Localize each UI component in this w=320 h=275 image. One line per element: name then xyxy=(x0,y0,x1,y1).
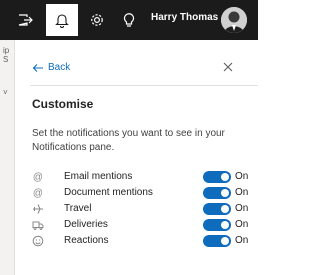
background-pane-edge: ip S ˅ xyxy=(0,40,15,275)
notifications-customise-panel: Back Customise Set the notifications you… xyxy=(15,40,258,275)
top-bar: Harry Thomas xyxy=(0,0,258,40)
bell-icon xyxy=(55,14,69,28)
at-icon: @ xyxy=(32,187,44,199)
toggle-switch[interactable] xyxy=(203,171,231,183)
item-label: Reactions xyxy=(64,235,109,246)
user-name[interactable]: Harry Thomas xyxy=(151,12,218,23)
toggle-state: On xyxy=(235,171,249,182)
list-item: Reactions On xyxy=(32,234,258,248)
toggle-switch[interactable] xyxy=(203,203,231,215)
toggle-state: On xyxy=(235,203,249,214)
back-button[interactable]: Back xyxy=(32,62,70,73)
chevron-down-icon: ˅ xyxy=(3,88,8,97)
notifications-button[interactable] xyxy=(46,4,78,36)
list-item: Deliveries On xyxy=(32,218,258,232)
toggle-switch[interactable] xyxy=(203,187,231,199)
list-item: Travel On xyxy=(32,202,258,216)
item-label: Deliveries xyxy=(64,219,108,230)
toggle-switch[interactable] xyxy=(203,235,231,247)
avatar[interactable] xyxy=(221,7,247,33)
list-item: @ Document mentions On xyxy=(32,186,258,200)
profile-photo-icon xyxy=(221,7,247,33)
panel-title: Customise xyxy=(32,97,94,111)
divider xyxy=(30,85,258,86)
toggle-state: On xyxy=(235,187,249,198)
toggle-state: On xyxy=(235,235,249,246)
toggle-state: On xyxy=(235,219,249,230)
close-button[interactable] xyxy=(221,60,235,74)
panel-description: Set the notifications you want to see in… xyxy=(32,128,225,153)
gear-icon xyxy=(91,14,103,26)
smiley-icon xyxy=(32,234,44,248)
delivery-truck-icon xyxy=(32,218,44,232)
item-label: Document mentions xyxy=(64,187,153,198)
toggle-switch[interactable] xyxy=(203,219,231,231)
sign-out-button[interactable] xyxy=(9,4,41,36)
airplane-icon xyxy=(32,202,44,216)
close-icon xyxy=(223,62,233,72)
tips-button[interactable] xyxy=(113,4,145,36)
clipped-text: S xyxy=(3,55,9,64)
at-icon: @ xyxy=(32,171,44,183)
back-label: Back xyxy=(48,62,71,73)
arrow-left-icon xyxy=(32,63,43,72)
item-label: Email mentions xyxy=(64,171,133,182)
sign-out-icon xyxy=(18,14,33,26)
settings-button[interactable] xyxy=(81,4,113,36)
list-item: @ Email mentions On xyxy=(32,170,258,184)
item-label: Travel xyxy=(64,203,92,214)
lightbulb-icon xyxy=(123,13,135,27)
clipped-text: ip xyxy=(3,46,10,55)
